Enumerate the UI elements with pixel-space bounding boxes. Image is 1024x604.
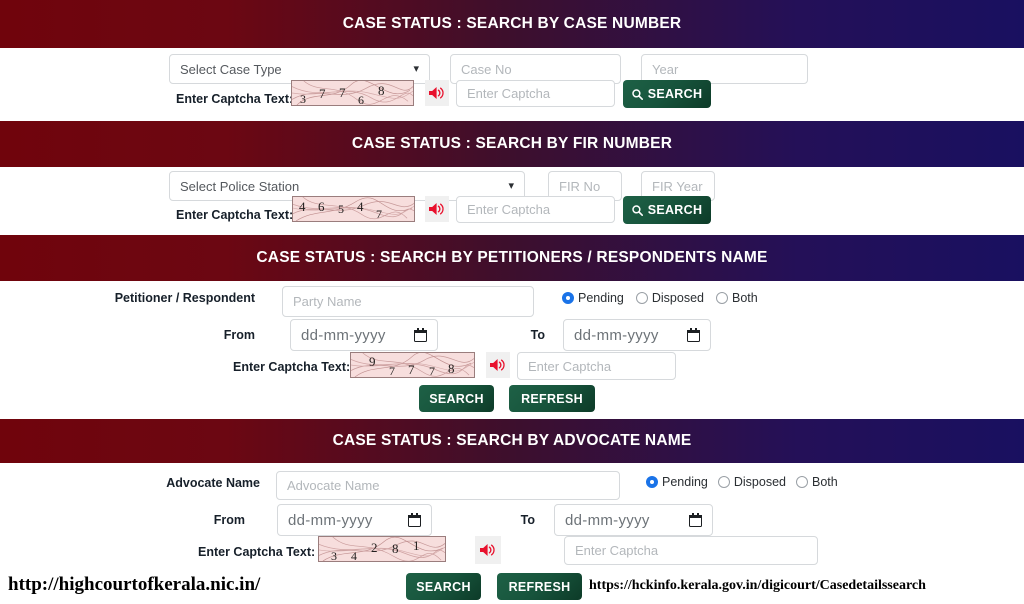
- speaker-icon: [490, 359, 505, 371]
- footer-left-url[interactable]: http://highcourtofkerala.nic.in/: [8, 574, 260, 596]
- radio-disposed-icon: [717, 476, 730, 488]
- captcha-input-advocate[interactable]: [564, 536, 818, 565]
- banner-title-fir-number: CASE STATUS : SEARCH BY FIR NUMBER: [351, 135, 673, 152]
- from-date-input-party[interactable]: dd-mm-yyyy: [290, 319, 438, 351]
- radio-both-icon: [716, 292, 728, 304]
- captcha-label-case-number: Enter Captcha Text:: [176, 92, 294, 106]
- radio-pending-icon: [562, 292, 574, 304]
- search-button-advocate[interactable]: SEARCH: [406, 573, 481, 600]
- calendar-icon: [408, 513, 421, 527]
- captcha-digits-case-number: 3 7 7 6 8: [300, 83, 385, 106]
- captcha-audio-button-party[interactable]: [486, 352, 510, 378]
- captcha-image-advocate: 3 4 2 8 1: [318, 536, 446, 562]
- search-button-fir-number[interactable]: SEARCH: [623, 196, 711, 224]
- captcha-image-case-number: 3 7 7 6 8: [291, 80, 414, 106]
- footer-right-url[interactable]: https://hckinfo.kerala.gov.in/digicourt/…: [589, 578, 926, 594]
- speaker-icon: [480, 544, 495, 556]
- calendar-icon: [414, 328, 427, 342]
- radio-disposed-icon: [635, 292, 648, 304]
- refresh-button-label: REFRESH: [521, 391, 583, 406]
- from-date-value-party: dd-mm-yyyy: [301, 326, 386, 344]
- chevron-down-icon: ▾: [508, 179, 514, 192]
- captcha-label-party: Enter Captcha Text:: [233, 360, 351, 374]
- banner-advocate-name: CASE STATUS : SEARCH BY ADVOCATE NAME: [0, 419, 1024, 463]
- speaker-icon: [429, 87, 444, 99]
- party-name-label: Petitioner / Respondent: [114, 291, 255, 305]
- captcha-input-case-number[interactable]: [456, 80, 615, 107]
- captcha-digits-party: 9 7 7 7 8: [369, 354, 455, 378]
- search-button-label: SEARCH: [416, 579, 471, 594]
- form-case-number: Select Case Type ▾ Enter Captcha Text: 3…: [0, 48, 1024, 121]
- banner-fir-number: CASE STATUS : SEARCH BY FIR NUMBER: [0, 121, 1024, 167]
- from-label-party: From: [223, 328, 255, 342]
- banner-title-party-name: CASE STATUS : SEARCH BY PETITIONERS / RE…: [256, 249, 768, 266]
- radio-option-disposed[interactable]: Disposed: [635, 291, 704, 305]
- banner-title-advocate-name: CASE STATUS : SEARCH BY ADVOCATE NAME: [332, 432, 692, 449]
- radio-pending-label: Pending: [578, 291, 624, 305]
- captcha-digits-advocate: 3 4 2 8 1: [331, 538, 420, 562]
- select-police-station-value: Select Police Station: [180, 178, 300, 194]
- radio-option-disposed[interactable]: Disposed: [717, 475, 786, 489]
- banner-case-number: CASE STATUS : SEARCH BY CASE NUMBER: [0, 0, 1024, 48]
- radio-both-label: Both: [812, 475, 838, 489]
- search-button-label: SEARCH: [647, 203, 703, 217]
- party-name-input[interactable]: [282, 286, 534, 317]
- refresh-button-label: REFRESH: [508, 579, 571, 594]
- magnifier-icon: [631, 204, 643, 216]
- radio-pending-icon: [646, 476, 658, 488]
- magnifier-icon: [631, 88, 643, 100]
- to-date-input-party[interactable]: dd-mm-yyyy: [563, 319, 711, 351]
- from-label-advocate: From: [213, 513, 245, 527]
- to-date-value-advocate: dd-mm-yyyy: [565, 511, 650, 529]
- captcha-digits-fir-number: 4 6 5 4 7: [299, 199, 382, 221]
- captcha-audio-button-case-number[interactable]: [425, 80, 449, 106]
- from-date-input-advocate[interactable]: dd-mm-yyyy: [277, 504, 432, 536]
- chevron-down-icon: ▾: [413, 62, 419, 75]
- radio-option-both[interactable]: Both: [796, 475, 838, 489]
- radio-both-icon: [796, 476, 808, 488]
- captcha-label-advocate: Enter Captcha Text:: [198, 545, 316, 559]
- advocate-name-input[interactable]: [276, 471, 620, 500]
- captcha-audio-button-fir-number[interactable]: [425, 196, 449, 222]
- advocate-name-label: Advocate Name: [166, 476, 260, 490]
- captcha-audio-button-advocate[interactable]: [475, 536, 501, 564]
- banner-party-name: CASE STATUS : SEARCH BY PETITIONERS / RE…: [0, 235, 1024, 281]
- status-radio-group-party: Pending Disposed Both: [562, 291, 758, 305]
- form-fir-number: Select Police Station ▾ Enter Captcha Te…: [0, 167, 1024, 235]
- radio-option-both[interactable]: Both: [716, 291, 758, 305]
- calendar-icon: [689, 513, 702, 527]
- to-date-input-advocate[interactable]: dd-mm-yyyy: [554, 504, 713, 536]
- search-button-case-number[interactable]: SEARCH: [623, 80, 711, 108]
- search-button-party[interactable]: SEARCH: [419, 385, 494, 412]
- status-radio-group-advocate: Pending Disposed Both: [646, 475, 838, 489]
- radio-disposed-label: Disposed: [733, 475, 786, 489]
- radio-both-label: Both: [732, 291, 758, 305]
- to-label-advocate: To: [520, 513, 535, 527]
- refresh-button-party[interactable]: REFRESH: [509, 385, 595, 412]
- search-button-label: SEARCH: [429, 391, 484, 406]
- case-status-search-page: CASE STATUS : SEARCH BY CASE NUMBER Sele…: [0, 0, 1024, 604]
- to-date-value-party: dd-mm-yyyy: [574, 326, 659, 344]
- radio-pending-label: Pending: [662, 475, 708, 489]
- radio-disposed-label: Disposed: [651, 291, 704, 305]
- radio-option-pending[interactable]: Pending: [562, 291, 624, 305]
- form-party-name: Petitioner / Respondent Pending Disposed…: [0, 281, 1024, 419]
- select-case-type-value: Select Case Type: [180, 61, 282, 77]
- speaker-icon: [429, 203, 444, 215]
- captcha-label-fir-number: Enter Captcha Text:: [176, 208, 294, 222]
- from-date-value-advocate: dd-mm-yyyy: [288, 511, 373, 529]
- captcha-image-party: 9 7 7 7 8: [350, 352, 475, 378]
- search-button-label: SEARCH: [647, 87, 703, 101]
- captcha-input-party[interactable]: [517, 352, 676, 380]
- refresh-button-advocate[interactable]: REFRESH: [497, 573, 582, 600]
- captcha-image-fir-number: 4 6 5 4 7: [292, 196, 415, 222]
- calendar-icon: [687, 328, 700, 342]
- radio-option-pending[interactable]: Pending: [646, 475, 708, 489]
- banner-title-case-number: CASE STATUS : SEARCH BY CASE NUMBER: [342, 15, 682, 32]
- to-label-party: To: [530, 328, 545, 342]
- captcha-input-fir-number[interactable]: [456, 196, 615, 223]
